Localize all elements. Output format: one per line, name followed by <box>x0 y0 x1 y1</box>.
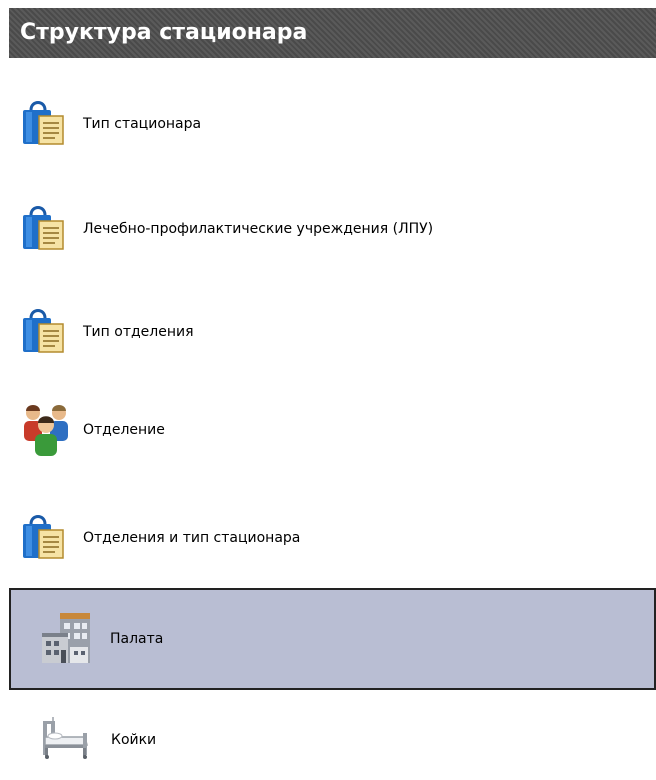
menu-item-lpu[interactable]: Лечебно-профилактические учреждения (ЛПУ… <box>9 197 656 261</box>
menu-item-label: Лечебно-профилактические учреждения (ЛПУ… <box>83 221 434 237</box>
menu-item-department-type[interactable]: Тип отделения <box>9 300 656 364</box>
catalog-icon <box>21 96 73 152</box>
catalog-icon <box>21 510 73 566</box>
menu-item-label: Палата <box>110 631 164 647</box>
menu-item-ward[interactable]: Палата <box>9 588 656 690</box>
menu-item-departments-and-hospital-type[interactable]: Отделения и тип стационара <box>9 506 656 570</box>
menu-item-beds[interactable]: Койки <box>9 708 656 772</box>
bed-icon <box>39 715 91 765</box>
menu-item-label: Койки <box>111 732 157 748</box>
menu-item-label: Тип стационара <box>83 116 202 132</box>
menu-item-label: Тип отделения <box>83 324 194 340</box>
catalog-icon <box>21 201 73 257</box>
catalog-icon <box>21 304 73 360</box>
menu-item-hospital-type[interactable]: Тип стационара <box>9 92 656 156</box>
people-icon <box>21 399 73 461</box>
hospital-structure-panel: Структура стационара Тип стационара Лече… <box>0 0 656 780</box>
menu-item-department[interactable]: Отделение <box>9 395 656 465</box>
menu-item-label: Отделения и тип стационара <box>83 530 301 546</box>
panel-title: Структура стационара <box>9 8 656 58</box>
building-icon <box>38 609 96 669</box>
menu-item-label: Отделение <box>83 422 165 438</box>
